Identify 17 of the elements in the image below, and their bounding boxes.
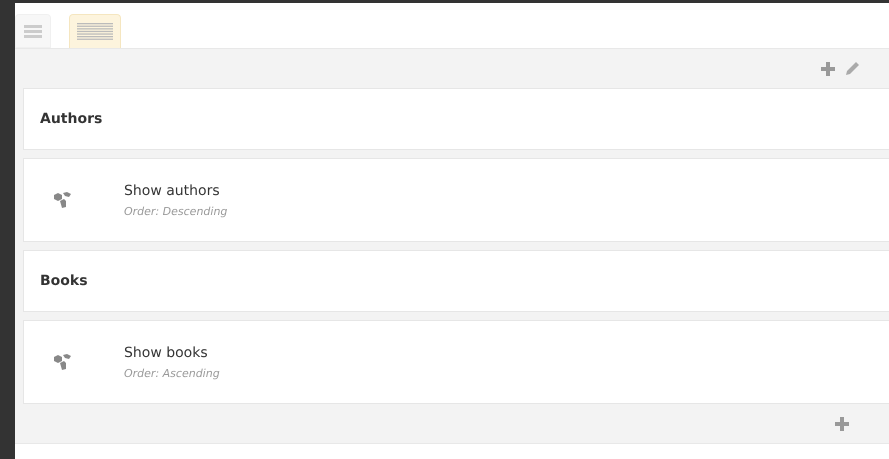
add-icon[interactable] [835, 416, 849, 430]
add-icon[interactable] [821, 62, 835, 76]
list-icon [77, 22, 113, 40]
section-title: Books [40, 273, 88, 289]
item-subtitle: Order: Descending [124, 204, 228, 218]
item-subtitle: Order: Ascending [124, 366, 220, 380]
list-icon [24, 24, 42, 38]
item-title: Show books [124, 344, 209, 360]
cubes-icon [54, 192, 72, 208]
item-title: Show authors [124, 182, 221, 198]
section-title: Authors [40, 111, 102, 127]
list-item[interactable]: Show books Order: Ascending [23, 320, 889, 404]
cubes-icon [54, 354, 72, 370]
list-item[interactable]: Show authors Order: Descending [23, 158, 889, 242]
view-tab[interactable] [15, 14, 51, 48]
view-tab[interactable] [69, 14, 121, 48]
edit-icon[interactable] [845, 62, 859, 76]
